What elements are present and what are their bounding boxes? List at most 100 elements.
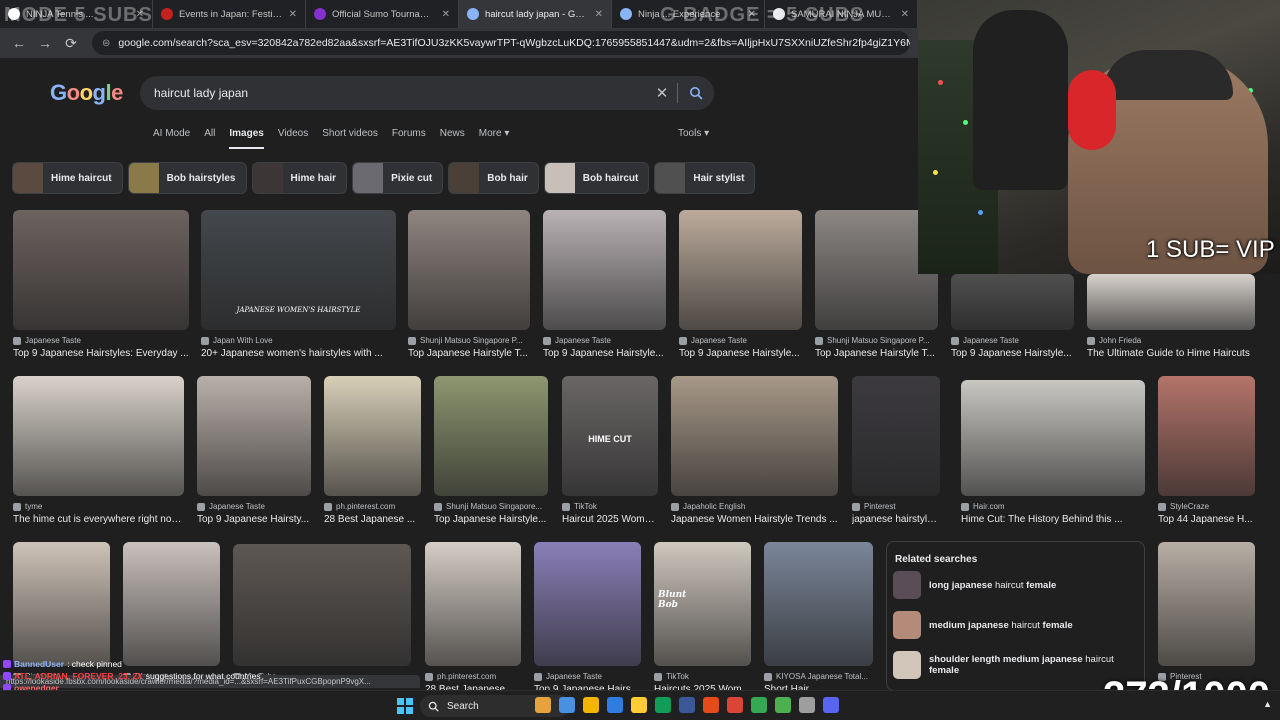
result-source[interactable]: StyleCraze [1158,502,1255,511]
image-result-card[interactable]: HIME CUT TikTok Haircut 2025 Wome... [562,376,658,525]
tab-more[interactable]: More ▾ [479,128,510,149]
reload-icon[interactable]: ⟳ [60,32,82,54]
close-icon[interactable]: ✕ [442,9,450,20]
result-title[interactable]: 20+ Japanese women's hairstyles with ... [201,348,396,359]
close-icon[interactable]: ✕ [901,9,909,20]
result-title[interactable]: Top 9 Japanese Hairstyles: Everyday ... [13,348,189,359]
result-source[interactable]: TikTok [654,672,751,681]
image-result-card[interactable]: Japanese Taste Top 9 Japanese Hairsty... [197,376,311,525]
tray-chevron-icon[interactable]: ▲ [1263,699,1272,709]
taskbar-app-icon[interactable] [559,697,575,713]
image-result-card[interactable]: Pinterest [1158,542,1255,681]
result-title[interactable]: japanese hairstyle, ... [852,514,940,525]
google-logo[interactable]: Google [50,80,123,106]
result-thumbnail[interactable] [13,542,110,666]
result-thumbnail[interactable] [408,210,530,330]
chip-bob-hairstyles[interactable]: Bob hairstyles [127,162,247,194]
result-title[interactable]: Top Japanese Hairstyle T... [408,348,530,359]
image-result-card[interactable]: JAPANESE WOMEN'S HAIRSTYLE Japan With Lov… [201,210,396,359]
result-thumbnail[interactable] [425,542,521,666]
result-source[interactable]: tyme [13,502,184,511]
result-thumbnail[interactable] [1158,542,1255,666]
taskbar-app-icon[interactable] [535,697,551,713]
result-thumbnail[interactable] [543,210,666,330]
chip-bob-hair[interactable]: Bob hair [448,162,539,194]
result-title[interactable]: Top Japanese Hairstyle T... [815,348,938,359]
related-search-item[interactable]: medium japanese haircut female [887,605,1144,645]
taskbar-app-icon[interactable] [679,697,695,713]
result-title[interactable]: 28 Best Japanese ... [324,514,421,525]
taskbar-app-icon[interactable] [631,697,647,713]
result-source[interactable]: Japanese Taste [679,336,802,345]
result-title[interactable]: Japanese Women Hairstyle Trends ... [671,514,838,525]
tab-ai-mode[interactable]: AI Mode [153,128,190,149]
result-thumbnail[interactable] [852,376,940,496]
result-source[interactable]: Pinterest [852,502,940,511]
url-input[interactable]: ⊜ google.com/search?sca_esv=320842a782ed… [92,31,910,55]
result-source[interactable]: Japaholic English [671,502,838,511]
result-source[interactable]: Shunji Matsuo Singapore P... [815,336,938,345]
result-source[interactable]: John Frieda [1087,336,1255,345]
tab-news[interactable]: News [440,128,465,149]
close-icon[interactable]: ✕ [595,9,603,20]
result-thumbnail[interactable] [13,210,189,330]
result-source[interactable]: Shunji Matsuo Singapore... [434,502,548,511]
result-source[interactable]: KIYOSA Japanese Total... [764,672,873,681]
tab-forums[interactable]: Forums [392,128,426,149]
start-button[interactable] [397,698,413,714]
result-title[interactable]: Top 9 Japanese Hairstyle... [679,348,802,359]
result-source[interactable]: Japanese Taste [13,336,189,345]
chip-hime-haircut[interactable]: Hime haircut [12,162,123,194]
clear-icon[interactable]: ✕ [647,84,677,102]
result-title[interactable]: Top 9 Japanese Hairsty... [197,514,311,525]
image-result-card[interactable]: Japanese Taste Top 9 Japanese Hairstyles:… [13,210,189,359]
result-source[interactable]: Shunji Matsuo Singapore P... [408,336,530,345]
result-source[interactable]: Japan With Love [201,336,396,345]
image-result-card[interactable]: Japanese Taste Top 9 Japanese Hairstyle..… [543,210,666,359]
result-title[interactable]: Top 9 Japanese Hairstyle... [543,348,666,359]
image-result-card[interactable]: John Frieda The Ultimate Guide to Hime Ha… [1087,274,1255,359]
taskbar-app-icon[interactable] [751,697,767,713]
taskbar-app-icon[interactable] [655,697,671,713]
search-icon[interactable] [678,86,714,100]
taskbar-app-icon[interactable] [775,697,791,713]
result-thumbnail[interactable] [534,542,641,666]
tab-images[interactable]: Images [229,128,264,149]
image-result-card[interactable]: StyleCraze Top 44 Japanese H... [1158,376,1255,525]
result-thumbnail[interactable] [434,376,548,496]
image-result-card[interactable]: Shunji Matsuo Singapore... Top Japanese H… [434,376,548,525]
result-thumbnail[interactable] [13,376,184,496]
tools-button[interactable]: Tools ▾ [678,128,709,139]
image-result-card[interactable]: Hair.com Hime Cut: The History Behind thi… [961,380,1145,525]
result-title[interactable]: The hime cut is everywhere right now... [13,514,184,525]
result-thumbnail[interactable] [197,376,311,496]
taskbar-app-icon[interactable] [727,697,743,713]
result-thumbnail[interactable] [764,542,873,666]
browser-tab[interactable]: Official Sumo Tournament Ticke ✕ [306,0,459,28]
result-thumbnail[interactable] [679,210,802,330]
result-source[interactable]: Japanese Taste [951,336,1074,345]
tab-short-videos[interactable]: Short videos [322,128,378,149]
forward-icon[interactable]: → [34,32,56,54]
tab-videos[interactable]: Videos [278,128,308,149]
result-source[interactable]: TikTok [562,502,658,511]
result-title[interactable]: The Ultimate Guide to Hime Haircuts [1087,348,1255,359]
image-result-card[interactable]: Shunji Matsuo Singapore P... Top Japanese… [408,210,530,359]
result-thumbnail[interactable]: HIME CUT [562,376,658,496]
image-result-card[interactable]: Japaholic English Japanese Women Hairstyl… [671,376,838,525]
result-thumbnail[interactable] [324,376,421,496]
chat-username[interactable]: BannedUser [14,659,64,669]
result-title[interactable]: Hime Cut: The History Behind this ... [961,514,1145,525]
result-thumbnail[interactable]: JAPANESE WOMEN'S HAIRSTYLE [201,210,396,330]
result-thumbnail[interactable]: Blunt Bob [654,542,751,666]
result-thumbnail[interactable] [961,380,1145,496]
related-search-item[interactable]: long japanese haircut female [887,565,1144,605]
result-thumbnail[interactable] [671,376,838,496]
result-thumbnail[interactable] [1158,376,1255,496]
chip-pixie-cut[interactable]: Pixie cut [352,162,444,194]
result-title[interactable]: Top 44 Japanese H... [1158,514,1255,525]
taskbar-app-icon[interactable] [799,697,815,713]
browser-tab[interactable]: Events in Japan: Festival Guide ✕ [153,0,306,28]
result-thumbnail[interactable] [1087,274,1255,330]
chat-username[interactable]: ATL_ADRIAN_FOREVER_23_2X [14,671,143,681]
